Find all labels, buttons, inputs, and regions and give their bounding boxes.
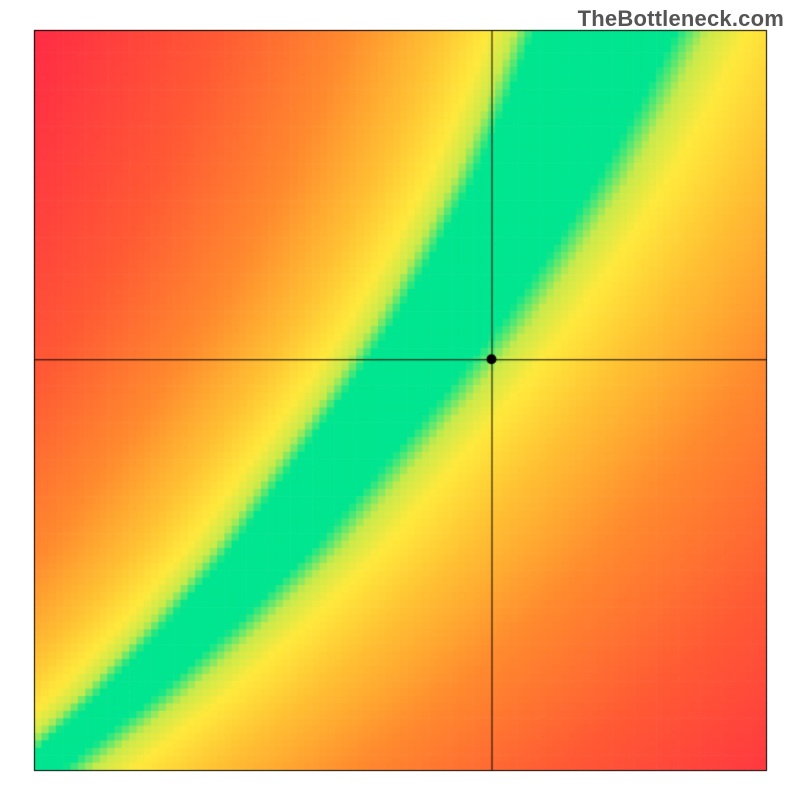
watermark-text: TheBottleneck.com	[578, 6, 784, 32]
overlay-canvas	[0, 0, 800, 800]
chart-container: TheBottleneck.com	[0, 0, 800, 800]
